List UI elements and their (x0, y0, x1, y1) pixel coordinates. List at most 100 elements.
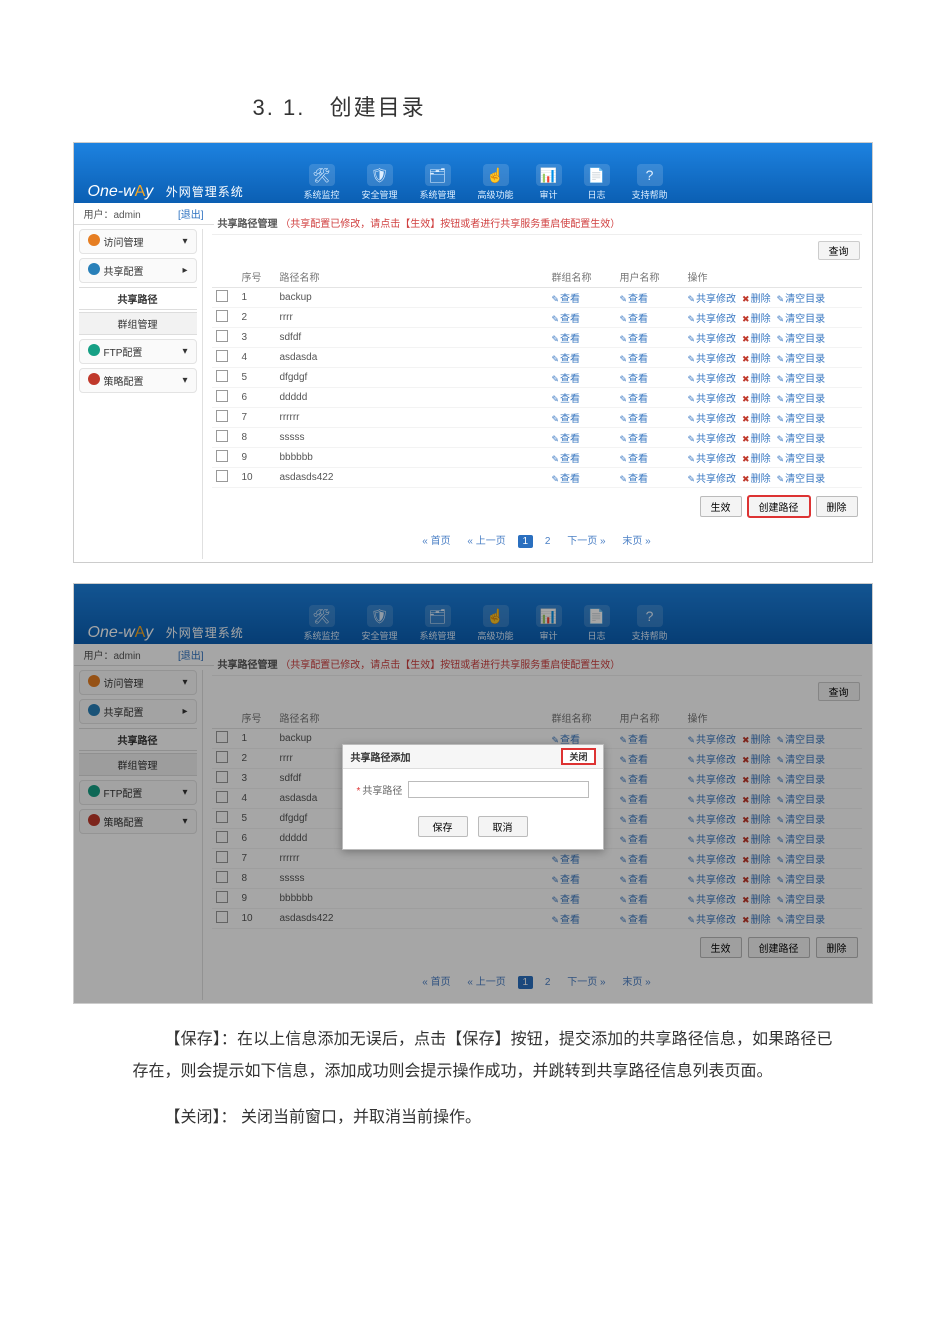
clear-dir-link[interactable]: 清空目录 (777, 294, 826, 305)
top-nav-item[interactable]: 🛠系统监控 (304, 164, 340, 201)
row-checkbox[interactable] (216, 410, 228, 422)
clear-dir-link[interactable]: 清空目录 (777, 795, 826, 806)
pager-next[interactable]: 下一页 » (562, 972, 610, 989)
view-user-link[interactable]: 查看 (620, 855, 649, 866)
row-delete-link[interactable]: 删除 (742, 434, 771, 445)
row-checkbox[interactable] (216, 470, 228, 482)
view-group-link[interactable]: 查看 (552, 314, 581, 325)
modify-link[interactable]: 共享修改 (688, 334, 737, 345)
modify-link[interactable]: 共享修改 (688, 855, 737, 866)
row-delete-link[interactable]: 删除 (742, 915, 771, 926)
modify-link[interactable]: 共享修改 (688, 454, 737, 465)
top-nav-item[interactable]: 📊审计 (536, 164, 562, 201)
view-user-link[interactable]: 查看 (620, 334, 649, 345)
row-delete-link[interactable]: 删除 (742, 735, 771, 746)
clear-dir-link[interactable]: 清空目录 (777, 755, 826, 766)
modify-link[interactable]: 共享修改 (688, 354, 737, 365)
view-user-link[interactable]: 查看 (620, 474, 649, 485)
row-delete-link[interactable]: 删除 (742, 414, 771, 425)
view-user-link[interactable]: 查看 (620, 815, 649, 826)
sidebar-item[interactable]: 共享配置▸ (79, 699, 197, 724)
row-checkbox[interactable] (216, 751, 228, 763)
top-nav-item[interactable]: 📄日志 (584, 164, 610, 201)
view-user-link[interactable]: 查看 (620, 454, 649, 465)
delete-button[interactable]: 删除 (816, 496, 858, 517)
view-user-link[interactable]: 查看 (620, 434, 649, 445)
clear-dir-link[interactable]: 清空目录 (777, 454, 826, 465)
dialog-close-button[interactable]: 关闭 (562, 749, 594, 764)
view-group-link[interactable]: 查看 (552, 875, 581, 886)
view-user-link[interactable]: 查看 (620, 735, 649, 746)
modify-link[interactable]: 共享修改 (688, 394, 737, 405)
view-user-link[interactable]: 查看 (620, 394, 649, 405)
modify-link[interactable]: 共享修改 (688, 414, 737, 425)
logout-link[interactable]: [退出] (178, 206, 204, 221)
row-delete-link[interactable]: 删除 (742, 795, 771, 806)
modify-link[interactable]: 共享修改 (688, 815, 737, 826)
row-checkbox[interactable] (216, 370, 228, 382)
clear-dir-link[interactable]: 清空目录 (777, 735, 826, 746)
pager-next[interactable]: 下一页 » (562, 531, 610, 548)
clear-dir-link[interactable]: 清空目录 (777, 875, 826, 886)
view-group-link[interactable]: 查看 (552, 294, 581, 305)
pager-first[interactable]: « 首页 (417, 531, 455, 548)
view-user-link[interactable]: 查看 (620, 354, 649, 365)
top-nav-item[interactable]: 🗂系统管理 (420, 605, 456, 642)
modify-link[interactable]: 共享修改 (688, 795, 737, 806)
row-delete-link[interactable]: 删除 (742, 474, 771, 485)
modify-link[interactable]: 共享修改 (688, 735, 737, 746)
view-user-link[interactable]: 查看 (620, 755, 649, 766)
clear-dir-link[interactable]: 清空目录 (777, 314, 826, 325)
top-nav-item[interactable]: ☝高级功能 (478, 605, 514, 642)
view-user-link[interactable]: 查看 (620, 314, 649, 325)
logout-link[interactable]: [退出] (178, 647, 204, 662)
view-group-link[interactable]: 查看 (552, 454, 581, 465)
create-path-button[interactable]: 创建路径 (748, 937, 810, 958)
top-nav-item[interactable]: ?支持帮助 (632, 605, 668, 642)
top-nav-item[interactable]: 🛡安全管理 (362, 605, 398, 642)
pager-prev[interactable]: « 上一页 (462, 531, 510, 548)
row-checkbox[interactable] (216, 450, 228, 462)
sidebar-sub-item[interactable]: 群组管理 (79, 753, 197, 776)
pager-page-1[interactable]: 1 (518, 535, 534, 548)
pager-page-1[interactable]: 1 (518, 976, 534, 989)
row-checkbox[interactable] (216, 851, 228, 863)
view-group-link[interactable]: 查看 (552, 394, 581, 405)
delete-button[interactable]: 删除 (816, 937, 858, 958)
pager-prev[interactable]: « 上一页 (462, 972, 510, 989)
view-group-link[interactable]: 查看 (552, 855, 581, 866)
apply-button[interactable]: 生效 (700, 496, 742, 517)
top-nav-item[interactable]: ☝高级功能 (478, 164, 514, 201)
row-delete-link[interactable]: 删除 (742, 775, 771, 786)
top-nav-item[interactable]: 🛠系统监控 (304, 605, 340, 642)
pager-last[interactable]: 末页 » (617, 972, 655, 989)
row-delete-link[interactable]: 删除 (742, 454, 771, 465)
modify-link[interactable]: 共享修改 (688, 895, 737, 906)
clear-dir-link[interactable]: 清空目录 (777, 815, 826, 826)
pager-page-2[interactable]: 2 (540, 976, 556, 989)
sidebar-item[interactable]: 策略配置▾ (79, 809, 197, 834)
modify-link[interactable]: 共享修改 (688, 835, 737, 846)
modify-link[interactable]: 共享修改 (688, 434, 737, 445)
pager-page-2[interactable]: 2 (540, 535, 556, 548)
top-nav-item[interactable]: 🛡安全管理 (362, 164, 398, 201)
clear-dir-link[interactable]: 清空目录 (777, 855, 826, 866)
row-checkbox[interactable] (216, 330, 228, 342)
modify-link[interactable]: 共享修改 (688, 474, 737, 485)
view-user-link[interactable]: 查看 (620, 915, 649, 926)
row-delete-link[interactable]: 删除 (742, 294, 771, 305)
row-delete-link[interactable]: 删除 (742, 855, 771, 866)
modify-link[interactable]: 共享修改 (688, 374, 737, 385)
top-nav-item[interactable]: 📄日志 (584, 605, 610, 642)
search-button[interactable]: 查询 (818, 241, 860, 260)
row-delete-link[interactable]: 删除 (742, 394, 771, 405)
view-user-link[interactable]: 查看 (620, 835, 649, 846)
view-group-link[interactable]: 查看 (552, 374, 581, 385)
clear-dir-link[interactable]: 清空目录 (777, 775, 826, 786)
clear-dir-link[interactable]: 清空目录 (777, 374, 826, 385)
view-user-link[interactable]: 查看 (620, 875, 649, 886)
clear-dir-link[interactable]: 清空目录 (777, 915, 826, 926)
row-checkbox[interactable] (216, 771, 228, 783)
apply-button[interactable]: 生效 (700, 937, 742, 958)
sidebar-sub-item[interactable]: 共享路径 (79, 287, 197, 310)
